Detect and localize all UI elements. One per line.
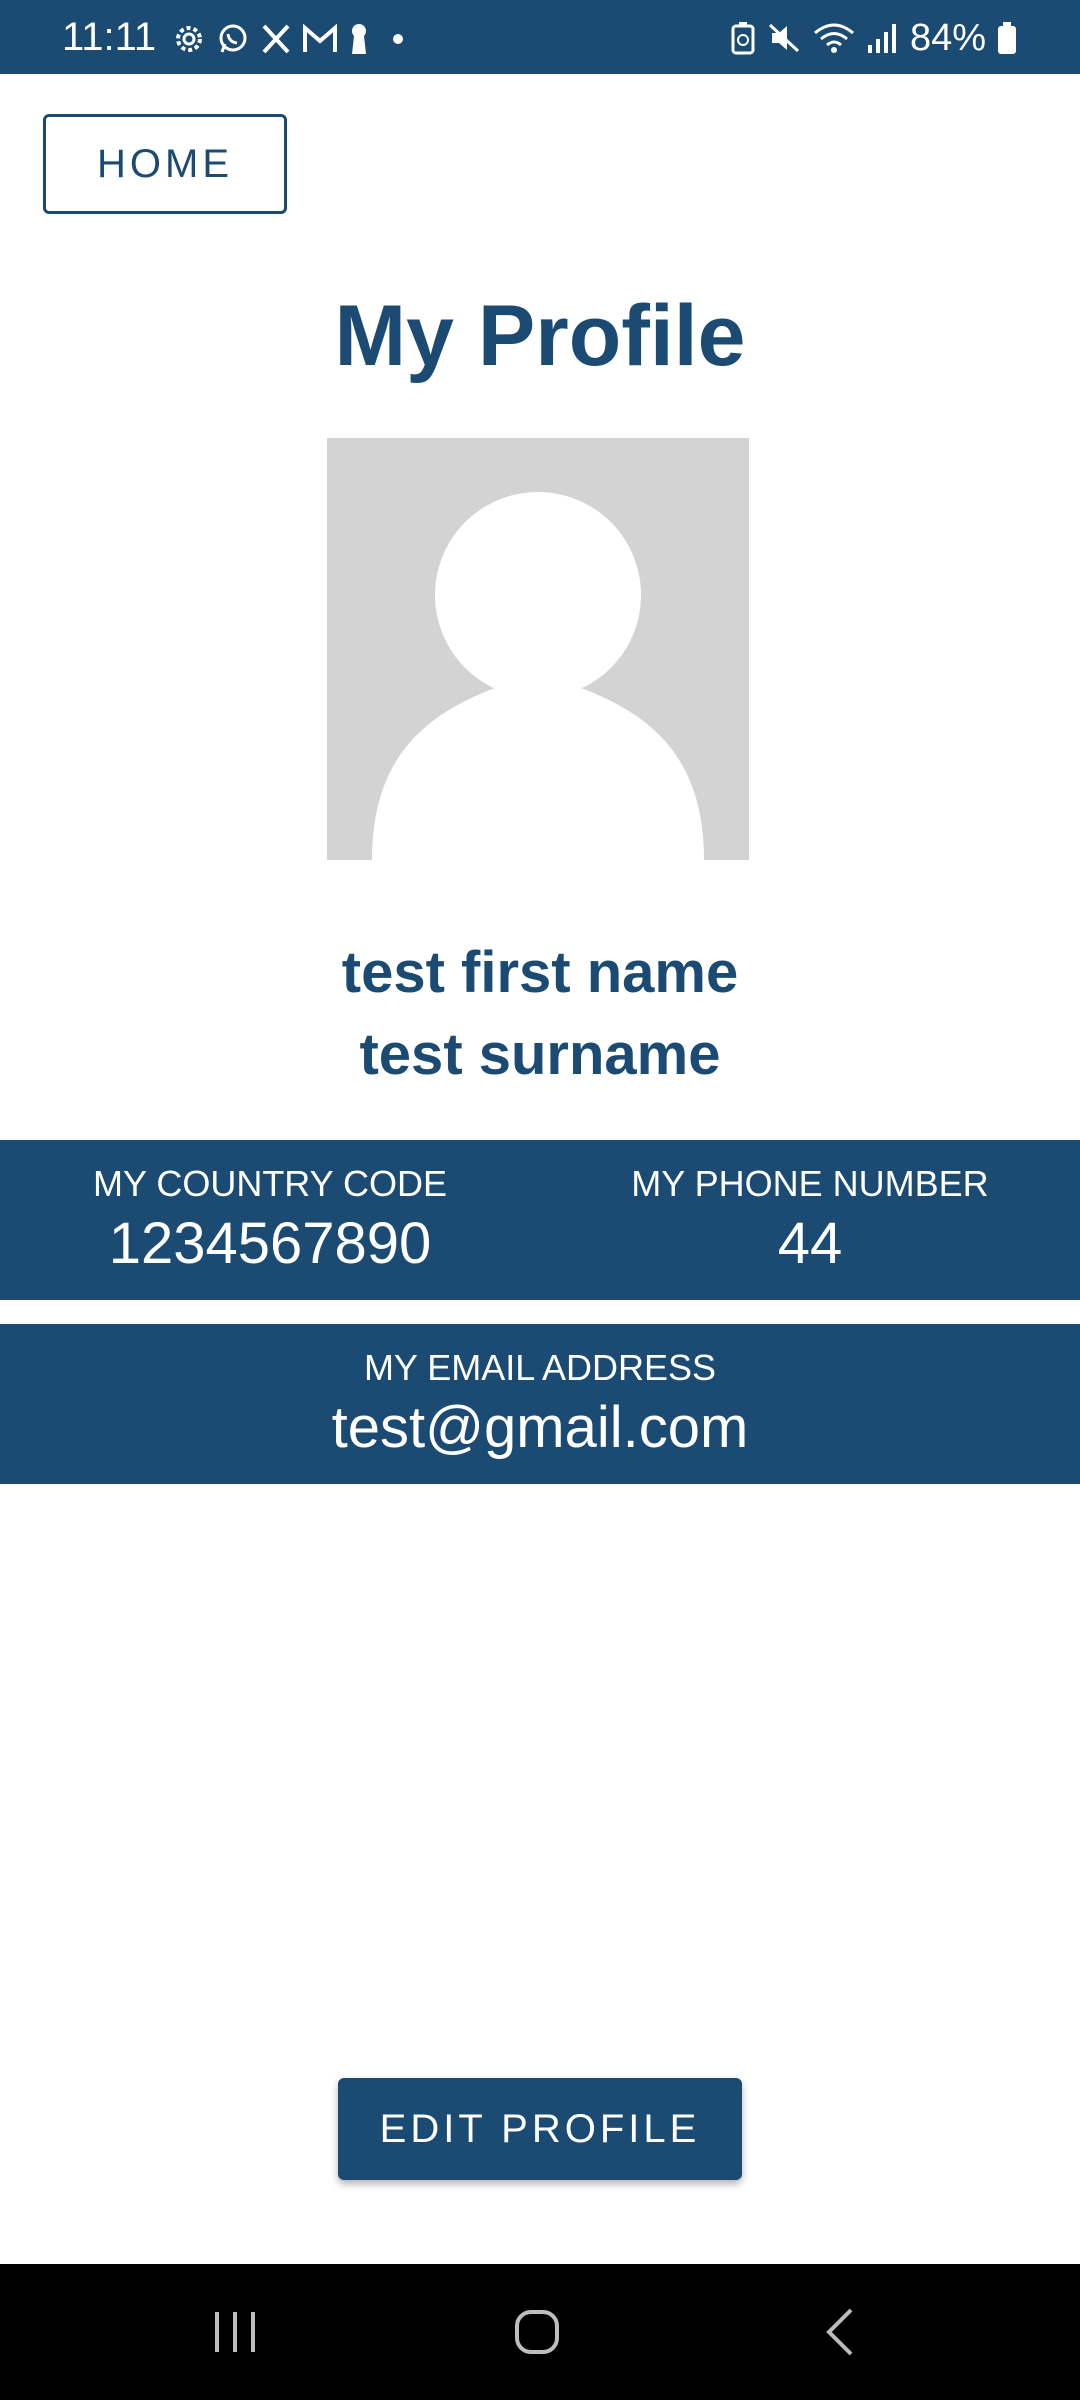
profile-name: test first name test surname <box>0 932 1080 1096</box>
email-info-band: MY EMAIL ADDRESS test@gmail.com <box>0 1324 1080 1484</box>
keyhole-icon <box>352 24 366 54</box>
person-placeholder-icon <box>372 492 704 860</box>
first-name: test first name <box>341 940 739 1005</box>
phone-number-value: 44 <box>777 1211 843 1276</box>
email-label: MY EMAIL ADDRESS <box>363 1347 717 1388</box>
edit-profile-button[interactable]: EDIT PROFILE <box>338 2078 742 2180</box>
phone-info-band: MY COUNTRY CODE 1234567890 MY PHONE NUMB… <box>0 1140 1080 1300</box>
wifi-icon <box>813 23 854 53</box>
email-value: test@gmail.com <box>331 1395 749 1460</box>
x-icon <box>262 24 290 54</box>
phone-number-section: MY PHONE NUMBER 44 <box>540 1164 1080 1280</box>
mute-icon <box>768 23 799 53</box>
signal-icon <box>867 24 896 53</box>
avatar <box>327 438 749 860</box>
battery-saver-icon <box>731 22 755 55</box>
surname: test surname <box>359 1022 721 1087</box>
page-title: My Profile <box>334 288 746 384</box>
home-nav-button[interactable] <box>437 2264 637 2400</box>
recent-apps-icon <box>215 2312 255 2352</box>
whatsapp-icon <box>219 24 247 53</box>
system-icons: 84% <box>730 16 1018 60</box>
navigation-bar <box>0 2264 1080 2400</box>
battery-icon <box>998 22 1016 54</box>
country-code-section: MY COUNTRY CODE 1234567890 <box>0 1164 540 1280</box>
dot-icon <box>393 34 403 44</box>
home-nav-icon <box>515 2310 559 2354</box>
battery-percentage: 84% <box>909 17 986 59</box>
status-bar: 11:11 84% <box>0 0 1080 74</box>
notification-icons <box>172 22 410 56</box>
status-time: 11:11 <box>62 15 157 59</box>
back-button[interactable] <box>740 2264 940 2400</box>
settings-gear-icon <box>176 26 202 52</box>
country-code-label: MY COUNTRY CODE <box>92 1163 448 1204</box>
email-section: MY EMAIL ADDRESS test@gmail.com <box>0 1348 1080 1464</box>
country-code-value: 1234567890 <box>108 1211 432 1276</box>
phone-number-label: MY PHONE NUMBER <box>631 1163 989 1204</box>
back-icon <box>826 2308 853 2356</box>
gmail-icon <box>303 24 337 52</box>
home-button[interactable]: HOME <box>43 114 287 214</box>
recent-apps-button[interactable] <box>135 2264 335 2400</box>
